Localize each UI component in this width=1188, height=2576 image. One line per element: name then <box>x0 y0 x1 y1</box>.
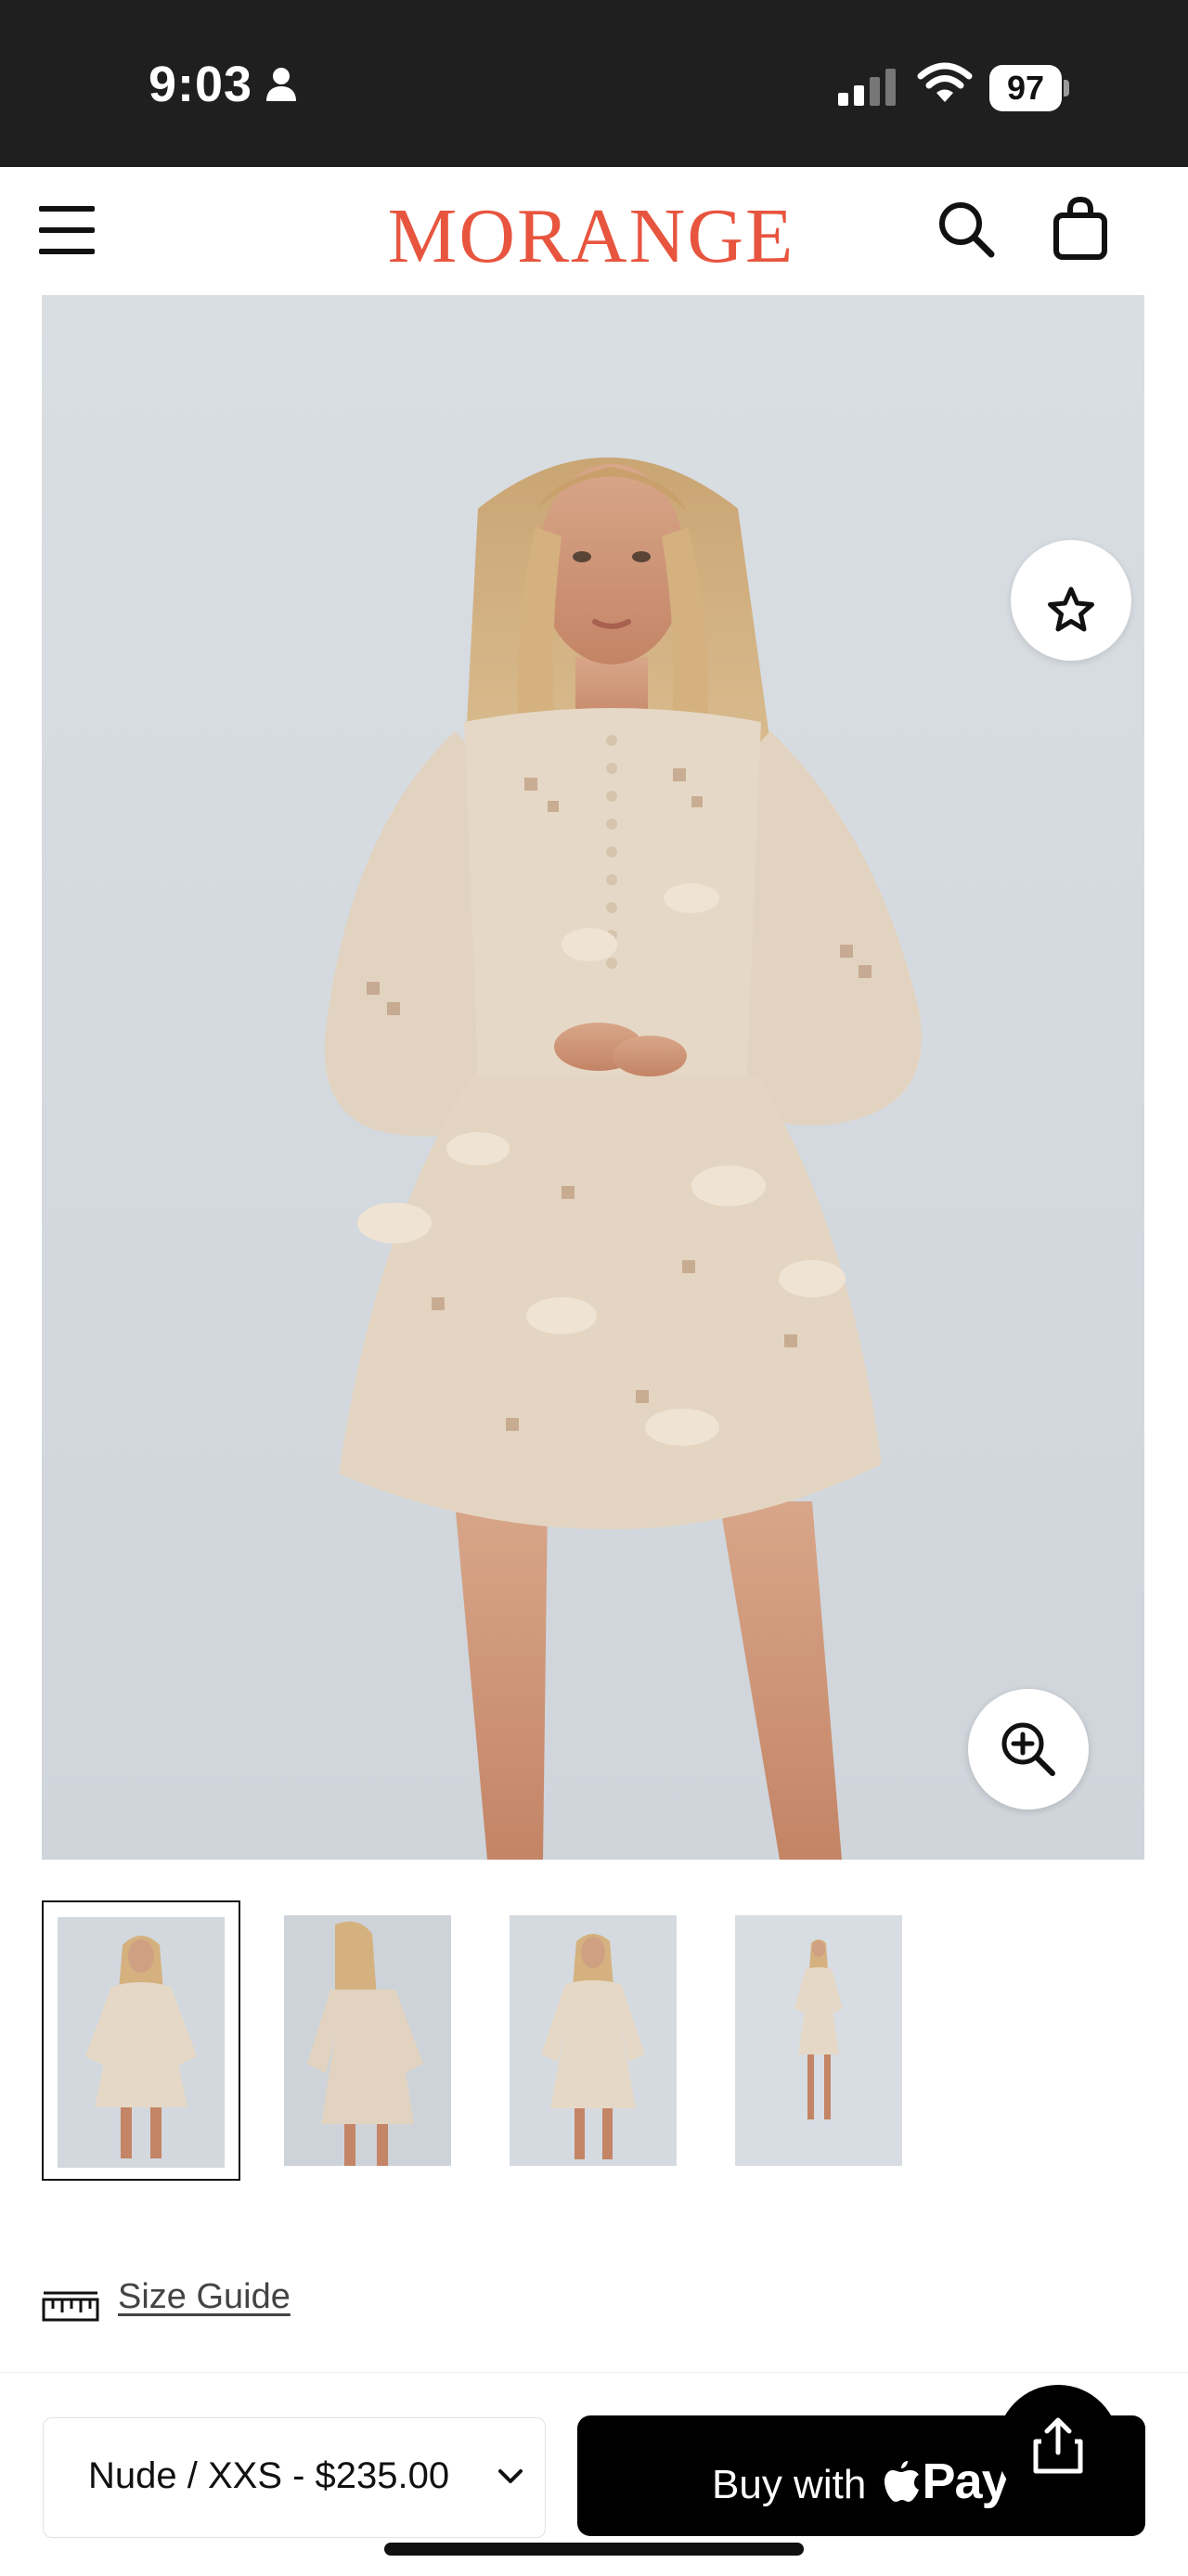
model-photo <box>324 457 922 1860</box>
chevron-down-icon <box>498 2469 523 2483</box>
bag-icon[interactable] <box>1052 197 1109 260</box>
thumbnail-1[interactable] <box>42 1900 240 2181</box>
battery-icon: 97 <box>989 65 1069 111</box>
apple-icon <box>884 2461 919 2502</box>
home-indicator <box>384 2543 804 2556</box>
status-time: 9:03 <box>148 57 253 112</box>
share-button[interactable] <box>997 2385 1119 2507</box>
brand-logo[interactable]: MORANGE <box>364 186 819 278</box>
share-icon <box>1033 2417 1083 2474</box>
star-icon <box>1048 586 1094 632</box>
size-guide-label: Size Guide <box>118 2277 291 2316</box>
buy-with-text: Buy with <box>712 2462 867 2507</box>
pay-text: Pay <box>922 2454 1010 2509</box>
wifi-icon <box>917 62 973 102</box>
zoom-button[interactable] <box>968 1689 1089 1810</box>
person-icon <box>266 68 296 101</box>
site-header: MORANGE <box>0 167 1188 295</box>
thumbnail-2[interactable] <box>284 1915 451 2166</box>
brand-name: MORANGE <box>388 193 795 278</box>
thumbnail-4[interactable] <box>735 1915 902 2166</box>
size-guide-link[interactable]: Size Guide <box>42 2277 320 2333</box>
buy-button-label: Buy with Pay <box>712 2453 1010 2510</box>
thumbnail-strip <box>42 1900 970 2184</box>
menu-icon[interactable] <box>39 202 97 258</box>
favorite-button[interactable] <box>1011 540 1131 661</box>
search-icon[interactable] <box>936 199 997 260</box>
variant-select[interactable]: Nude / XXS - $235.00 <box>43 2417 546 2538</box>
variant-label: Nude / XXS - $235.00 <box>88 2455 450 2496</box>
thumbnail-3[interactable] <box>510 1915 677 2166</box>
signal-icon <box>838 69 896 106</box>
product-image[interactable] <box>42 295 1144 1860</box>
ruler-icon <box>42 2291 99 2322</box>
status-bar: 9:03 97 <box>0 0 1188 167</box>
zoom-in-icon <box>1001 1722 1055 1776</box>
battery-level: 97 <box>989 65 1062 111</box>
